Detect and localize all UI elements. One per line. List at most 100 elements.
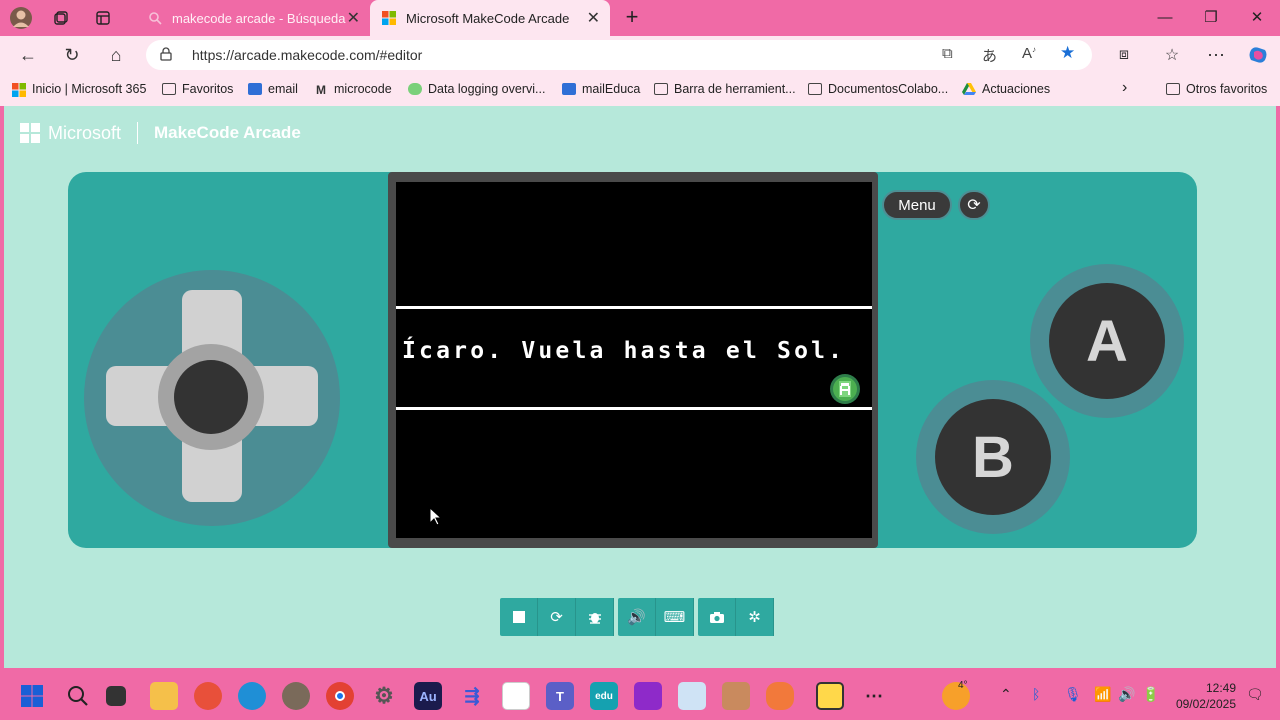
a-button[interactable]: A: [1030, 264, 1184, 418]
ghost-app-icon[interactable]: [678, 682, 706, 710]
document-app-icon[interactable]: [502, 682, 530, 710]
bluetooth-icon[interactable]: ᛒ: [1032, 686, 1040, 702]
home-icon[interactable]: ⌂: [102, 42, 130, 68]
tab-actions-icon[interactable]: [90, 6, 116, 30]
favorites-overflow-chevron-icon[interactable]: ›: [1122, 79, 1127, 97]
copilot-icon[interactable]: [1244, 42, 1272, 68]
favorite-star-icon[interactable]: ★: [1060, 43, 1075, 63]
favorite-actuaciones[interactable]: Actuaciones: [962, 82, 1050, 96]
mouse-cursor-icon: [430, 508, 442, 526]
game-dialog-text: Ícaro. Vuela hasta el Sol.: [402, 338, 846, 364]
favorite-ms365[interactable]: Inicio | Microsoft 365: [12, 82, 147, 97]
profile-avatar[interactable]: [8, 6, 34, 30]
new-tab-button[interactable]: +: [620, 4, 644, 30]
favorite-barra[interactable]: Barra de herramient...: [654, 82, 796, 96]
address-bar[interactable]: https://arcade.makecode.com/#editor ⧉ あ …: [146, 40, 1092, 70]
favorites-icon[interactable]: ☆: [1158, 42, 1186, 68]
restart-icon[interactable]: ⟳: [958, 190, 990, 220]
close-tab-icon[interactable]: ✕: [347, 8, 360, 28]
microsoft-logo-icon: [382, 11, 396, 25]
favorite-data-logging[interactable]: Data logging overvi...: [408, 82, 545, 96]
workspaces-icon[interactable]: [48, 6, 74, 30]
data-logging-icon: [408, 83, 422, 95]
restore-button[interactable]: ❐: [1188, 0, 1234, 34]
notifications-icon[interactable]: 🗨: [1246, 686, 1264, 703]
microsoft-logo-icon: [20, 123, 40, 143]
battery-icon[interactable]: 🔋: [1142, 686, 1159, 703]
tab-bar: makecode arcade - Búsqueda ✕ Microsoft M…: [0, 0, 1280, 36]
gimp-icon[interactable]: [282, 682, 310, 710]
b-button-label: B: [935, 399, 1051, 515]
b-button[interactable]: B: [916, 380, 1070, 534]
translate-icon[interactable]: あ: [982, 45, 997, 66]
read-aloud-icon[interactable]: A♪: [1022, 45, 1036, 62]
orange-app-icon[interactable]: [766, 682, 794, 710]
sound-icon[interactable]: 🔊: [618, 598, 656, 636]
clock[interactable]: 12:49 09/02/2025: [1176, 680, 1236, 712]
sticky-notes-icon[interactable]: [816, 682, 844, 710]
audition-icon[interactable]: Au: [414, 682, 442, 710]
dpad[interactable]: [84, 270, 340, 526]
settings-gear-icon[interactable]: ⚙: [370, 682, 398, 710]
drive-icon: [962, 83, 976, 95]
favorite-label: email: [268, 82, 298, 96]
back-icon[interactable]: ←: [14, 42, 42, 68]
show-hidden-icons-icon[interactable]: ⌃: [1000, 686, 1012, 703]
tools-app-icon[interactable]: [722, 682, 750, 710]
presenter-icon[interactable]: ⇶: [458, 682, 486, 710]
favorite-label: Favoritos: [182, 82, 234, 96]
dpad-center: [174, 360, 248, 434]
a-button-label: A: [1049, 283, 1165, 399]
purple-app-icon[interactable]: [634, 682, 662, 710]
open-in-app-icon[interactable]: ⧉: [942, 45, 953, 62]
keyboard-icon[interactable]: ⌨: [656, 598, 694, 636]
firefox-icon[interactable]: [194, 682, 222, 710]
stop-icon[interactable]: [500, 598, 538, 636]
search-icon[interactable]: [64, 682, 92, 710]
extensions-icon[interactable]: ⧈: [1110, 42, 1138, 68]
app-title[interactable]: MakeCode Arcade: [154, 123, 301, 143]
ms365-icon: [12, 83, 26, 97]
folder-icon: [162, 83, 176, 95]
game-screen[interactable]: Ícaro. Vuela hasta el Sol.: [396, 182, 872, 538]
microcode-icon: M: [316, 83, 326, 97]
favorite-label: Barra de herramient...: [674, 82, 796, 96]
volume-icon[interactable]: 🔊: [1118, 686, 1135, 703]
tab-search[interactable]: makecode arcade - Búsqueda ✕: [136, 0, 370, 36]
wifi-icon[interactable]: 📶: [1094, 686, 1111, 703]
navigation-bar: ← ↻ ⌂ https://arcade.makecode.com/#edito…: [0, 36, 1280, 74]
brand-microsoft[interactable]: Microsoft: [48, 123, 121, 144]
favorite-microcode[interactable]: M microcode: [316, 82, 392, 97]
folder-icon: [808, 83, 822, 95]
close-tab-icon[interactable]: ✕: [587, 8, 600, 28]
debug-icon[interactable]: [576, 598, 614, 636]
favorite-documentos[interactable]: DocumentosColabo...: [808, 82, 948, 96]
edu-app-icon[interactable]: edu: [590, 682, 618, 710]
edge-icon[interactable]: [238, 682, 266, 710]
favorite-email[interactable]: email: [248, 82, 298, 96]
favorite-maileduca[interactable]: mailEduca: [562, 82, 640, 96]
fullscreen-icon[interactable]: ✲: [736, 598, 774, 636]
more-apps-icon[interactable]: ⋯: [860, 682, 888, 710]
file-explorer-icon[interactable]: [150, 682, 178, 710]
chrome-icon[interactable]: [326, 682, 354, 710]
reload-icon[interactable]: ↻: [58, 42, 86, 68]
close-window-button[interactable]: ✕: [1234, 0, 1280, 34]
restart-icon[interactable]: ⟳: [538, 598, 576, 636]
url-text: https://arcade.makecode.com/#editor: [192, 47, 423, 63]
mail-icon: [248, 83, 262, 95]
screenshot-icon[interactable]: [698, 598, 736, 636]
more-options-icon[interactable]: ⋯: [1202, 42, 1230, 68]
teams-icon[interactable]: T: [546, 682, 574, 710]
minimize-button[interactable]: —: [1142, 0, 1188, 34]
microphone-icon[interactable]: 🎙: [1064, 686, 1082, 703]
menu-button[interactable]: Menu: [882, 190, 952, 220]
favorite-favoritos[interactable]: Favoritos: [162, 82, 233, 96]
favorite-label: mailEduca: [582, 82, 641, 96]
favorite-otros[interactable]: Otros favoritos: [1166, 82, 1267, 96]
task-view-icon[interactable]: [106, 686, 126, 706]
tab-makecode[interactable]: Microsoft MakeCode Arcade ✕: [370, 0, 610, 36]
favorite-label: Inicio | Microsoft 365: [32, 82, 147, 96]
windows-start-icon[interactable]: [18, 682, 46, 710]
brand-divider: [137, 122, 139, 144]
